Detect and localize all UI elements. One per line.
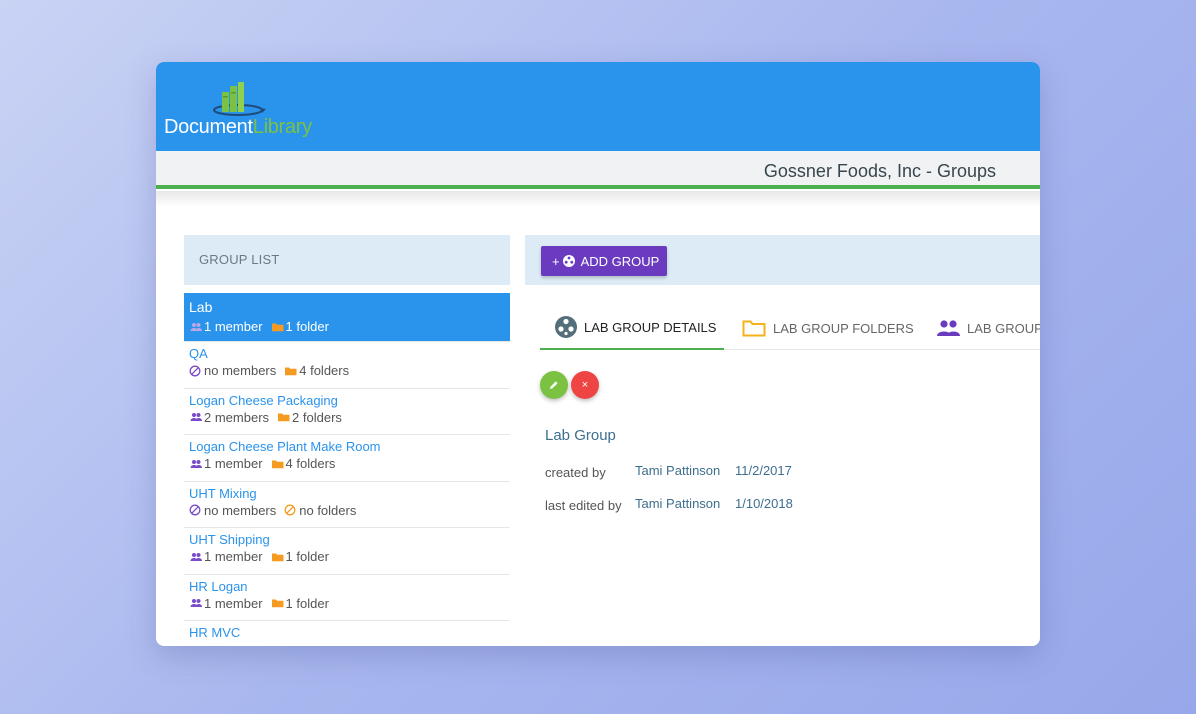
folder-icon xyxy=(271,323,284,331)
group-list-item[interactable]: Lab 1 member 1 folder xyxy=(184,293,510,342)
tab-label: LAB GROUP DETAILS xyxy=(584,319,717,335)
group-list-header: GROUP LIST xyxy=(184,235,510,285)
plus-icon: + xyxy=(552,253,560,269)
logo-word-library: Library xyxy=(252,116,312,138)
folder-icon xyxy=(285,367,297,375)
delete-group-button[interactable]: × xyxy=(571,371,599,399)
group-meta: no members no folders xyxy=(189,503,505,518)
edited-date: 1/10/2018 xyxy=(735,496,793,511)
member-count: 2 members xyxy=(204,409,270,425)
group-detail-title: Lab Group xyxy=(545,427,616,444)
group-name: QA xyxy=(189,346,208,361)
group-name: Logan Cheese Plant Make Room xyxy=(189,439,381,454)
group-list-item[interactable]: UHT Shipping 1 member 1 folder xyxy=(184,528,510,575)
logo-word-document: Document xyxy=(164,116,253,138)
edit-group-button[interactable] xyxy=(540,371,568,399)
group-meta: no members 4 folders xyxy=(189,363,505,378)
group-name: HR Logan xyxy=(189,578,248,594)
group-list[interactable]: Lab 1 member 1 folder QA no members 4 folders… xyxy=(184,293,510,646)
group-list-item[interactable]: Logan Cheese Plant Make Room 1 member 4 fo… xyxy=(184,435,510,482)
no-entry-icon xyxy=(189,365,201,376)
app-window: DocumentLibrary Gossner Foods, Inc - Gro… xyxy=(156,62,1040,646)
edited-user-link[interactable]: Tami Pattinson xyxy=(635,496,720,511)
edited-row: last edited by Tami Pattinson 1/10/2018 xyxy=(545,496,793,513)
folder-outline-icon xyxy=(742,320,766,337)
tab-group-details[interactable]: LAB GROUP DETAILS xyxy=(540,308,724,350)
folder-count: 1 folder xyxy=(285,595,329,611)
tab-group-folders[interactable]: LAB GROUP FOLDERS xyxy=(742,308,914,350)
folder-icon xyxy=(271,460,284,468)
people-icon xyxy=(190,552,202,561)
group-name: Lab xyxy=(189,299,213,315)
group-meta: 1 member 4 folders xyxy=(189,456,505,471)
group-meta: 1 member 1 folder xyxy=(189,596,505,611)
logo-wordmark: DocumentLibrary xyxy=(164,116,312,139)
tab-label: LAB GROUP xyxy=(967,320,1040,336)
member-count: 1 member xyxy=(204,549,263,564)
close-icon: × xyxy=(581,379,589,391)
pencil-icon xyxy=(550,381,558,389)
group-list-item[interactable]: HR MVC xyxy=(184,621,510,646)
film-reel-icon xyxy=(555,316,577,338)
folder-count: 1 folder xyxy=(285,319,329,334)
no-entry-icon xyxy=(284,504,296,516)
member-count: no members xyxy=(204,502,277,518)
folder-count: 4 folders xyxy=(285,456,336,471)
member-count: no members xyxy=(204,363,277,378)
top-bar: DocumentLibrary xyxy=(156,62,1040,151)
group-list-item[interactable]: UHT Mixing no members no folders xyxy=(184,481,510,528)
group-meta: 1 member 1 folder xyxy=(189,319,505,334)
edited-label: last edited by xyxy=(545,498,622,513)
title-bar-shadow xyxy=(156,191,1040,207)
people-icon xyxy=(190,599,202,607)
folder-count: 2 folders xyxy=(292,409,342,425)
group-list-item[interactable]: HR Logan 1 member 1 folder xyxy=(184,574,510,621)
books-logo-icon xyxy=(213,82,266,116)
group-name: UHT Shipping xyxy=(189,532,270,547)
people-icon xyxy=(190,459,202,468)
folder-count: 1 folder xyxy=(285,549,329,564)
group-name: UHT Mixing xyxy=(189,485,257,501)
group-meta: 2 members 2 folders xyxy=(189,410,505,425)
folder-icon xyxy=(278,413,290,422)
created-label: created by xyxy=(545,465,606,480)
people-icon xyxy=(190,413,202,421)
group-name: Logan Cheese Packaging xyxy=(189,392,338,408)
document-library-logo[interactable]: DocumentLibrary xyxy=(164,80,334,142)
group-tabs: LAB GROUP DETAILS LAB GROUP FOLDERS LAB … xyxy=(540,308,1040,350)
folder-icon xyxy=(271,599,284,608)
tab-group-members[interactable]: LAB GROUP xyxy=(936,308,1040,350)
tab-label: LAB GROUP FOLDERS xyxy=(773,320,914,336)
created-row: created by Tami Pattinson 11/2/2017 xyxy=(545,463,792,480)
folder-count: 4 folders xyxy=(299,363,350,378)
folder-count: no folders xyxy=(299,502,357,518)
group-toolbar: + ADD GROUP xyxy=(525,235,1040,285)
add-group-button[interactable]: + ADD GROUP xyxy=(541,246,667,276)
title-bar: Gossner Foods, Inc - Groups xyxy=(156,151,1040,189)
no-entry-icon xyxy=(189,504,201,516)
member-count: 1 member xyxy=(204,595,263,611)
add-group-label: ADD GROUP xyxy=(580,253,660,269)
group-meta: 1 member 1 folder xyxy=(189,549,505,564)
folder-icon xyxy=(271,553,284,561)
group-name: HR MVC xyxy=(189,625,241,640)
member-count: 1 member xyxy=(204,319,263,334)
people-icon xyxy=(937,320,960,336)
page-title: Gossner Foods, Inc - Groups xyxy=(763,161,996,181)
group-list-item[interactable]: QA no members 4 folders xyxy=(184,342,510,389)
created-date: 11/2/2017 xyxy=(735,463,792,478)
created-user-link[interactable]: Tami Pattinson xyxy=(635,463,720,478)
group-list-item[interactable]: Logan Cheese Packaging 2 members 2 folders xyxy=(184,388,510,435)
member-count: 1 member xyxy=(204,456,263,471)
film-reel-icon xyxy=(562,255,575,267)
people-icon xyxy=(190,322,202,331)
